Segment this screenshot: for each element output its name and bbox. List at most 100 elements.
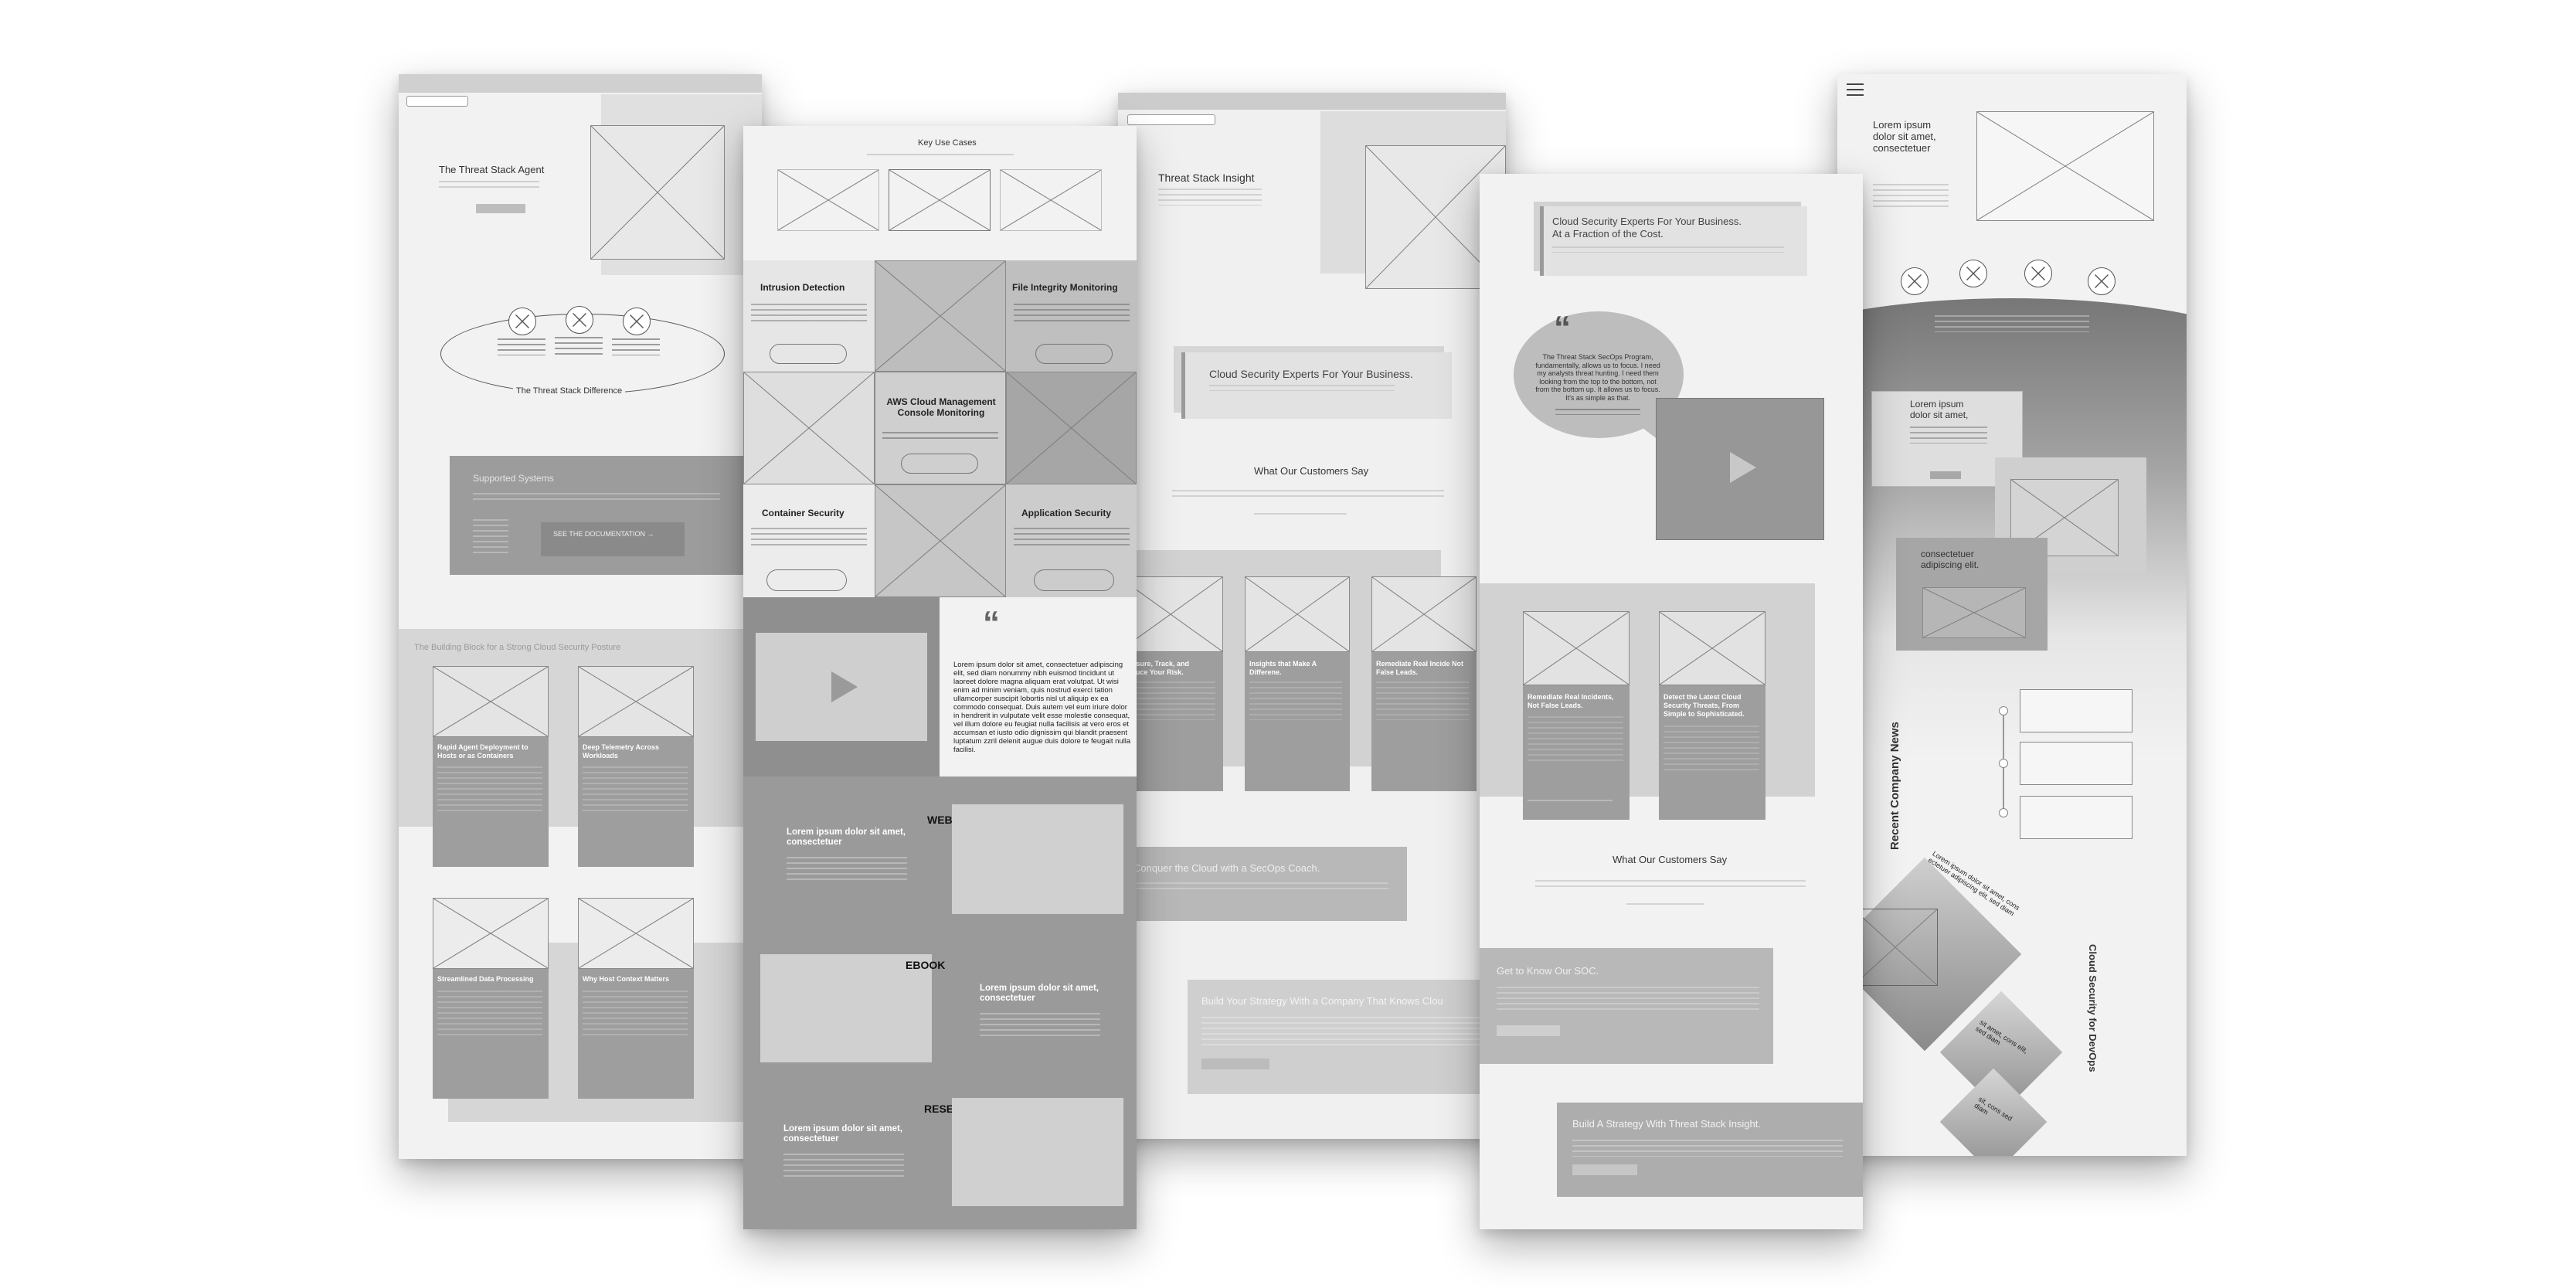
card-1-text [437, 766, 542, 813]
webinar-image [952, 804, 1123, 914]
aws-button[interactable] [901, 454, 978, 474]
customers-title: What Our Customers Say [1613, 854, 1728, 865]
banner-title: Cloud Security Experts For Your Business… [1209, 368, 1413, 380]
research-heading: Lorem ipsum dolor sit amet, consectetuer [783, 1124, 902, 1144]
soc-title: Get to Know Our SOC. [1497, 965, 1599, 977]
banner-line-2: At a Fraction of the Cost. [1552, 228, 1664, 240]
hero-image-placeholder [590, 125, 725, 260]
breadcrumb[interactable] [406, 96, 468, 107]
strategy-text [1201, 1017, 1506, 1048]
conquer-text [1133, 882, 1388, 893]
hero-title: The Threat Stack Agent [439, 164, 545, 175]
doc-button-label: SEE THE DOCUMENTATION → [553, 530, 654, 538]
quote-text: Lorem ipsum dolor sit amet, consectetuer… [953, 661, 1131, 754]
testimonial-text [1172, 490, 1444, 498]
difference-text-1 [498, 338, 545, 355]
hero-paragraph [1873, 184, 1949, 210]
card-1-text [1528, 716, 1623, 763]
banner-text [1552, 246, 1784, 253]
devops-title: Cloud Security for DevOps [2087, 944, 2099, 1072]
difference-icon-2 [566, 306, 593, 334]
news-dot-3 [1999, 808, 2008, 817]
conquer-title: Conquer the Cloud with a SecOps Coach. [1133, 862, 1320, 874]
supported-title: Supported Systems [473, 473, 554, 484]
card-1-link[interactable] [1528, 800, 1613, 803]
card-1-title: Lorem ipsum dolor sit amet, [1910, 399, 1969, 420]
file-integrity-button[interactable] [1035, 344, 1113, 364]
strategy-title: Build Your Strategy With a Company That … [1201, 995, 1443, 1007]
card-1-button[interactable] [1930, 471, 1961, 479]
doc-button[interactable] [541, 522, 685, 556]
card-3-image [1371, 576, 1477, 652]
difference-text-3 [612, 338, 660, 355]
quote-mark-icon: “ [983, 604, 1000, 642]
difference-icon-3 [623, 308, 651, 335]
card-2-image [1245, 576, 1350, 652]
building-title: The Building Block for a Strong Cloud Se… [414, 643, 621, 652]
soc-text [1497, 987, 1759, 1010]
webinar-heading: Lorem ipsum dolor sit amet, consectetuer [787, 828, 906, 847]
header-image-3 [1000, 169, 1102, 231]
card-3-image [1922, 587, 2026, 638]
hero-button[interactable] [476, 204, 525, 213]
card-1-text [1910, 427, 1987, 443]
quote-mark-icon: “ [1554, 309, 1571, 347]
news-item-3[interactable] [2020, 796, 2133, 839]
difference-icon-1 [508, 308, 536, 335]
menu-icon-middle [1847, 89, 1864, 90]
container-button[interactable] [766, 569, 847, 591]
news-item-1[interactable] [2020, 689, 2133, 732]
wireframe-devops-page: Lorem ipsum dolor sit amet, consectetuer… [1837, 74, 2187, 1156]
card-2-image [578, 666, 694, 737]
customers-title: What Our Customers Say [1254, 465, 1369, 477]
speech-text: The Threat Stack SecOps Program, fundame… [1535, 353, 1660, 402]
news-dot-1 [1999, 706, 2008, 715]
testimonial-text [1535, 880, 1806, 888]
card-1-image [433, 666, 549, 737]
testimonial-author [1254, 513, 1347, 516]
card-1-title: Rapid Agent Deployment to Hosts or as Co… [437, 743, 528, 760]
card-4-text [583, 991, 688, 1037]
header-image-1 [777, 169, 879, 231]
aws-text [882, 432, 998, 443]
card-3-text [1376, 681, 1469, 720]
intrusion-text [751, 304, 867, 322]
supported-text [473, 493, 720, 504]
application-title: Application Security [1021, 508, 1112, 518]
soc-button[interactable] [1497, 1025, 1560, 1036]
card-4-title: Why Host Context Matters [583, 975, 670, 983]
grid-image-4 [875, 484, 1006, 597]
difference-title: The Threat Stack Difference [513, 386, 626, 396]
strategy-button[interactable] [1201, 1059, 1269, 1069]
card-1-image [1523, 611, 1630, 685]
play-icon[interactable] [1730, 452, 1756, 483]
card-2-text [1249, 681, 1342, 720]
intrusion-button[interactable] [770, 344, 847, 364]
container-text [751, 528, 867, 546]
application-button[interactable] [1034, 569, 1114, 591]
file-integrity-title: File Integrity Monitoring [1012, 282, 1118, 293]
strategy-button[interactable] [1572, 1164, 1637, 1175]
header-image-2 [889, 169, 991, 231]
wireframe-secops-page: Cloud Security Experts For Your Business… [1480, 174, 1863, 1229]
feature-icon-2 [1959, 260, 1987, 287]
file-integrity-text [1014, 304, 1130, 322]
page-title: Threat Stack Insight [1158, 172, 1255, 184]
breadcrumb[interactable] [1127, 114, 1215, 125]
card-2-image [1659, 611, 1765, 685]
diamond-1-image [1853, 909, 1938, 986]
ebook-heading: Lorem ipsum dolor sit amet, consectetuer [980, 984, 1099, 1003]
card-2-title: Detect the Latest Cloud Security Threats… [1664, 693, 1745, 718]
news-dot-2 [1999, 759, 2008, 768]
application-text [1014, 528, 1130, 546]
news-title: Recent Company News [1888, 722, 1901, 850]
strategy-title: Build A Strategy With Threat Stack Insig… [1572, 1118, 1761, 1130]
research-image [952, 1098, 1123, 1206]
card-3-text [437, 991, 542, 1037]
play-icon[interactable] [831, 671, 858, 702]
card-3-title: consectetuer adipiscing elit. [1921, 549, 1980, 570]
card-1-text [1123, 681, 1215, 720]
news-item-2[interactable] [2020, 742, 2133, 785]
gradient-text [1935, 315, 2089, 332]
card-3-image [433, 898, 549, 969]
